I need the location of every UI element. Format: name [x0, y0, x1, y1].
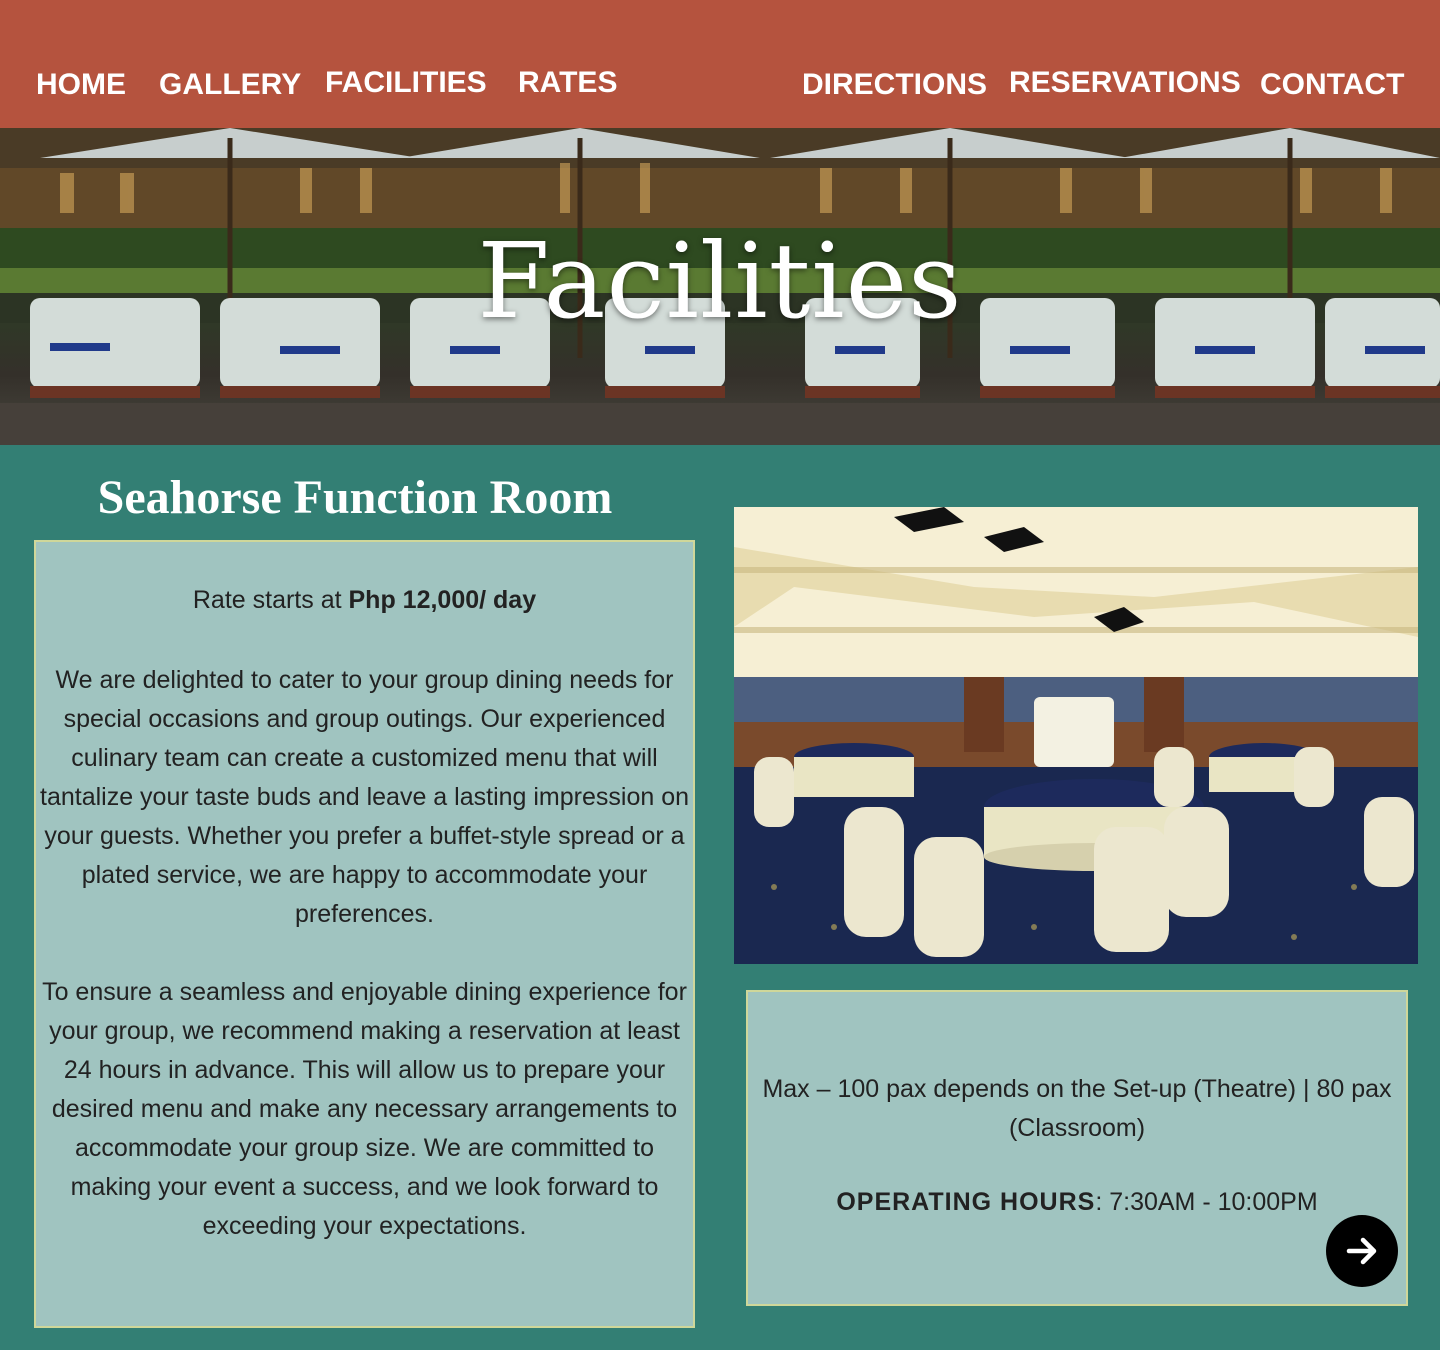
nav-facilities-link[interactable]: FACILITIES [325, 66, 487, 100]
hours-label: OPERATING HOURS [836, 1188, 1096, 1216]
hours-value: : 7:30AM - 10:00PM [1095, 1188, 1318, 1216]
banquet-hall-image [734, 507, 1418, 964]
nav-directions-link[interactable]: DIRECTIONS [802, 68, 987, 102]
rate-line: Rate starts at Php 12,000/ day [36, 586, 693, 615]
nav-rates-link[interactable]: RATES [518, 66, 617, 100]
rate-value: Php 12,000/ day [348, 586, 537, 614]
rate-prefix: Rate starts at [192, 586, 349, 614]
hero-banner: Facilities [0, 128, 1440, 445]
arrow-right-icon [1346, 1237, 1377, 1265]
operating-hours: OPERATING HOURS: 7:30AM - 10:00PM [748, 1188, 1406, 1217]
room-title: Seahorse Function Room [97, 471, 613, 524]
description-paragraph: We are delighted to cater to your group … [40, 666, 689, 928]
next-button[interactable] [1326, 1215, 1398, 1287]
reservation-paragraph: To ensure a seamless and enjoyable dinin… [42, 978, 687, 1240]
hero-title: Facilities [477, 220, 963, 342]
top-navigation: HOME GALLERY FACILITIES RATES DIRECTIONS… [0, 0, 1440, 128]
room-description-panel: Rate starts at Php 12,000/ day We are de… [34, 540, 695, 1328]
capacity-text: Max – 100 pax depends on the Set-up (The… [762, 1075, 1392, 1142]
function-room-photo [734, 507, 1418, 964]
room-info-panel: Max – 100 pax depends on the Set-up (The… [746, 990, 1408, 1306]
nav-reservations-link[interactable]: RESERVATIONS [1009, 66, 1241, 100]
nav-contact-link[interactable]: CONTACT [1260, 68, 1404, 102]
nav-gallery-link[interactable]: GALLERY [159, 68, 301, 102]
nav-home-link[interactable]: HOME [36, 68, 126, 102]
